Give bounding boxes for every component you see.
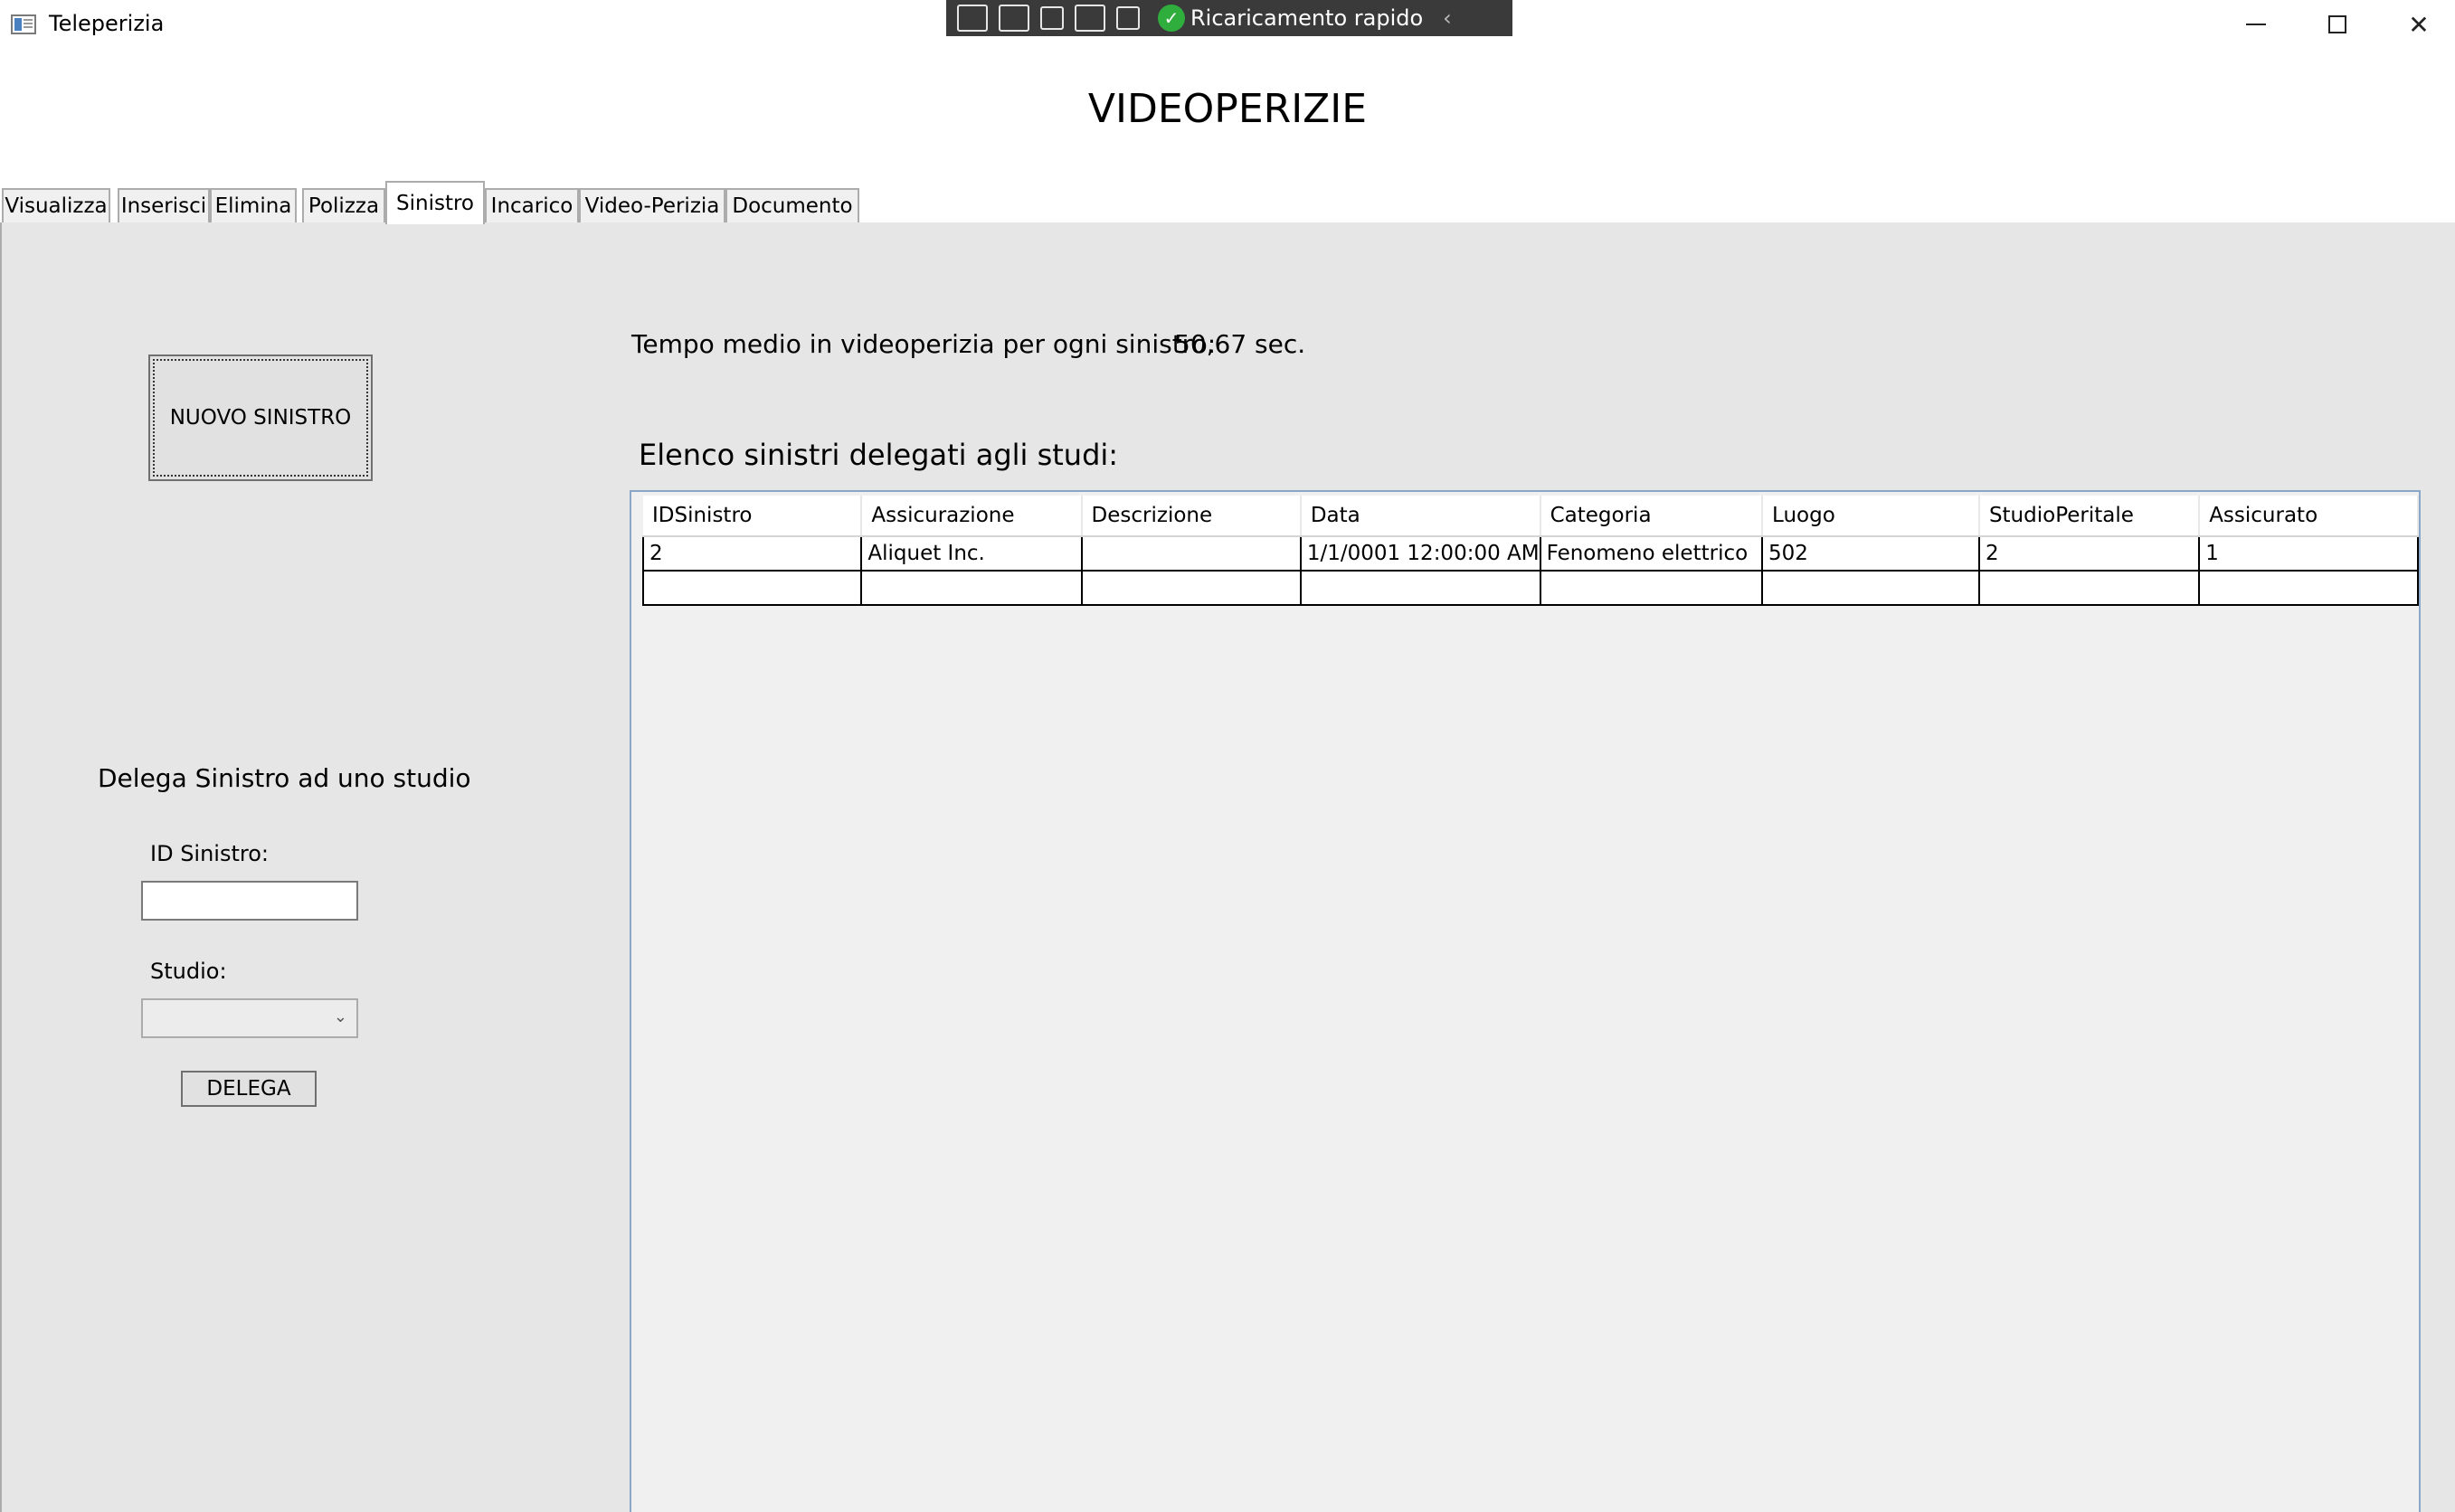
- collapse-toolbar-icon[interactable]: ‹: [1443, 5, 1452, 31]
- display-layout-adorners-icon[interactable]: [1040, 6, 1064, 30]
- claims-data-grid[interactable]: IDSinistro Assicurazione Descrizione Dat…: [630, 490, 2421, 1512]
- track-focused-element-icon[interactable]: [1075, 5, 1105, 32]
- claims-table: IDSinistro Assicurazione Descrizione Dat…: [641, 496, 2419, 606]
- table-cell[interactable]: 1: [2198, 535, 2419, 572]
- column-header[interactable]: Assicurato: [2199, 496, 2419, 537]
- table-cell[interactable]: Aliquet Inc.: [860, 535, 1083, 572]
- table-cell[interactable]: [641, 570, 863, 606]
- close-button[interactable]: ✕: [2379, 0, 2455, 49]
- table-cell[interactable]: [1299, 570, 1541, 606]
- column-header[interactable]: Assicurazione: [861, 496, 1083, 537]
- column-header[interactable]: Descrizione: [1081, 496, 1302, 537]
- column-header[interactable]: IDSinistro: [643, 496, 863, 537]
- column-header[interactable]: Luogo: [1762, 496, 1980, 537]
- table-new-row[interactable]: [641, 570, 2419, 606]
- table-cell[interactable]: [1761, 570, 1980, 606]
- table-cell[interactable]: 2: [641, 535, 863, 572]
- tab-incarico[interactable]: Incarico: [485, 188, 579, 222]
- tab-documento[interactable]: Documento: [725, 188, 859, 222]
- studio-select[interactable]: ⌄: [141, 998, 358, 1038]
- table-cell[interactable]: [2198, 570, 2419, 606]
- table-cell[interactable]: Fenomeno elettrico: [1539, 535, 1764, 572]
- tab-visualizza[interactable]: Visualizza: [2, 188, 110, 222]
- tab-polizza[interactable]: Polizza: [302, 188, 385, 222]
- app-icon: [11, 14, 36, 34]
- table-header-row: IDSinistro Assicurazione Descrizione Dat…: [643, 496, 2419, 537]
- column-header[interactable]: Data: [1300, 496, 1541, 537]
- maximize-icon: [2328, 15, 2346, 33]
- page-title: VIDEOPERIZIE: [1087, 86, 1368, 132]
- maximize-button[interactable]: [2298, 0, 2377, 49]
- new-claim-button[interactable]: NUOVO SINISTRO: [148, 354, 373, 481]
- tab-sinistro[interactable]: Sinistro: [385, 181, 485, 224]
- minimize-icon: [2246, 24, 2266, 25]
- close-icon: ✕: [2408, 9, 2430, 40]
- claims-list-heading: Elenco sinistri delegati agli studi:: [639, 438, 1119, 472]
- claim-id-label: ID Sinistro:: [150, 841, 269, 866]
- window-title: Teleperizia: [49, 11, 165, 36]
- claim-id-input[interactable]: [141, 881, 358, 921]
- table-cell[interactable]: [860, 570, 1083, 606]
- binding-failures-icon[interactable]: [1116, 6, 1140, 30]
- minimize-button[interactable]: [2216, 0, 2296, 49]
- average-time-value: 50,67 sec.: [1174, 329, 1306, 359]
- hot-reload-label[interactable]: Ricaricamento rapido: [1190, 5, 1423, 31]
- tab-inserisci[interactable]: Inserisci: [118, 188, 210, 222]
- table-cell[interactable]: [1080, 570, 1302, 606]
- hot-reload-check-icon: ✓: [1158, 5, 1185, 32]
- average-time-label: Tempo medio in videoperizia per ogni sin…: [631, 329, 1217, 359]
- select-element-icon[interactable]: [999, 5, 1029, 32]
- table-cell[interactable]: [1977, 570, 2201, 606]
- table-cell[interactable]: 502: [1761, 535, 1980, 572]
- tab-video-perizia[interactable]: Video-Perizia: [579, 188, 725, 222]
- live-visual-tree-icon[interactable]: [957, 5, 988, 32]
- tab-elimina[interactable]: Elimina: [210, 188, 297, 222]
- column-header[interactable]: StudioPeritale: [1978, 496, 2201, 537]
- column-header[interactable]: Categoria: [1540, 496, 1764, 537]
- table-cell[interactable]: 2: [1977, 535, 2201, 572]
- delegate-section-heading: Delega Sinistro ad uno studio: [98, 763, 471, 793]
- debug-toolbar: ✓ Ricaricamento rapido ‹: [946, 0, 1512, 36]
- studio-label: Studio:: [150, 959, 227, 984]
- table-cell[interactable]: 1/1/0001 12:00:00 AM: [1299, 535, 1541, 572]
- table-cell[interactable]: [1539, 570, 1764, 606]
- table-row[interactable]: 2 Aliquet Inc. 1/1/0001 12:00:00 AM Feno…: [641, 535, 2419, 572]
- chevron-down-icon: ⌄: [333, 1007, 347, 1026]
- table-cell[interactable]: [1080, 535, 1302, 572]
- delegate-button[interactable]: DELEGA: [181, 1071, 317, 1107]
